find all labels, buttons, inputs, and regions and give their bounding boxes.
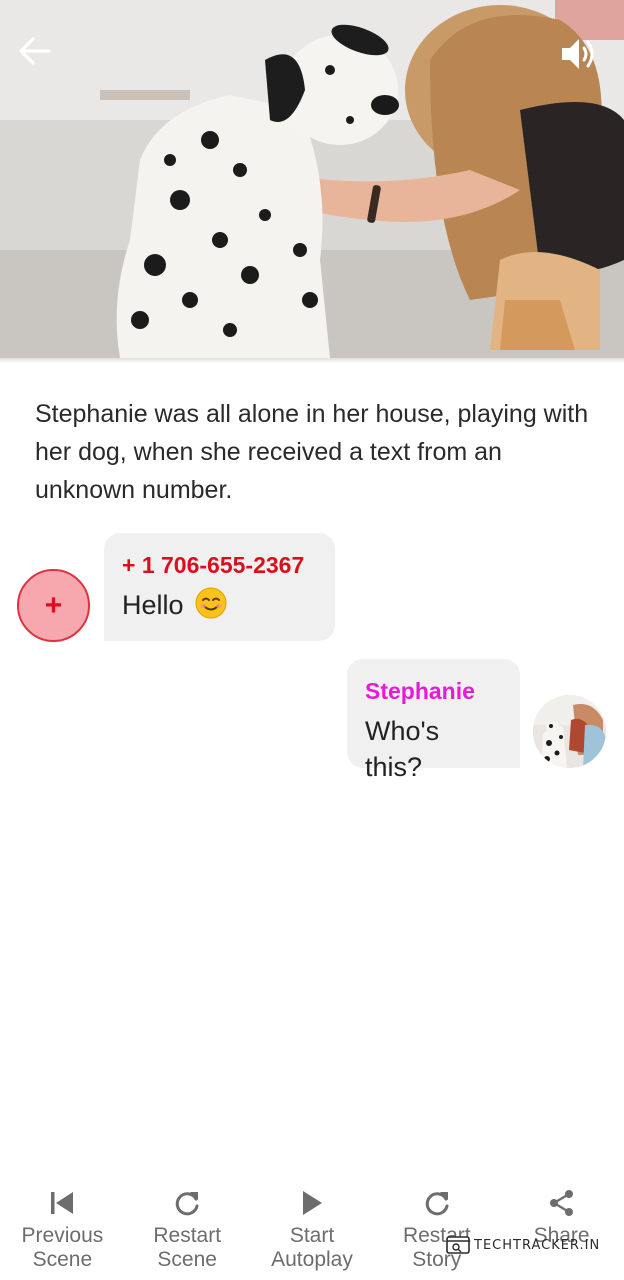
hero-divider: [0, 358, 624, 364]
restart-scene-button[interactable]: Restart Scene: [125, 1180, 250, 1280]
smiling-face-icon: [195, 587, 227, 619]
message-bubble-incoming: + 1 706-655-2367 Hello: [104, 533, 335, 641]
refresh-icon: [175, 1192, 199, 1216]
play-icon: [302, 1191, 322, 1215]
hero-image: [0, 0, 624, 358]
message-bubble-outgoing: Stephanie Who's this?: [347, 659, 520, 782]
plus-icon: +: [44, 588, 63, 622]
start-autoplay-button[interactable]: Start Autoplay: [250, 1180, 375, 1280]
message-sender: + 1 706-655-2367: [122, 552, 305, 578]
toolbar-label: Start Autoplay: [271, 1224, 353, 1271]
unknown-contact-avatar: +: [17, 569, 90, 642]
refresh-icon: [425, 1192, 449, 1216]
avatar-image: [533, 695, 606, 768]
message-text: Who's this?: [365, 716, 440, 782]
share-button[interactable]: Share: [499, 1180, 624, 1280]
back-button[interactable]: [18, 36, 62, 80]
watermark-text: TECHTRACKER.IN: [474, 1237, 601, 1253]
toolbar-label: Restart Scene: [153, 1224, 222, 1271]
sound-toggle-button[interactable]: [560, 36, 608, 80]
arrow-left-icon: [19, 37, 51, 65]
share-icon: [549, 1190, 573, 1216]
message-sender: Stephanie: [365, 678, 475, 704]
watermark: TECHTRACKER.IN: [446, 1234, 606, 1256]
skip-previous-icon: [51, 1192, 74, 1214]
story-narration: Stephanie was all alone in her house, pl…: [35, 400, 589, 504]
volume-up-icon: [562, 39, 594, 69]
restart-story-button[interactable]: Restart Story: [374, 1180, 499, 1280]
bottom-toolbar: Previous Scene Restart Scene Start Autop…: [0, 1180, 624, 1280]
message-text: Hello: [122, 587, 317, 623]
toolbar-label: Previous Scene: [21, 1224, 104, 1271]
hero-illustration: [0, 0, 624, 358]
watermark-logo-icon: [446, 1236, 470, 1254]
stephanie-avatar: [533, 695, 606, 768]
previous-scene-button[interactable]: Previous Scene: [0, 1180, 125, 1280]
